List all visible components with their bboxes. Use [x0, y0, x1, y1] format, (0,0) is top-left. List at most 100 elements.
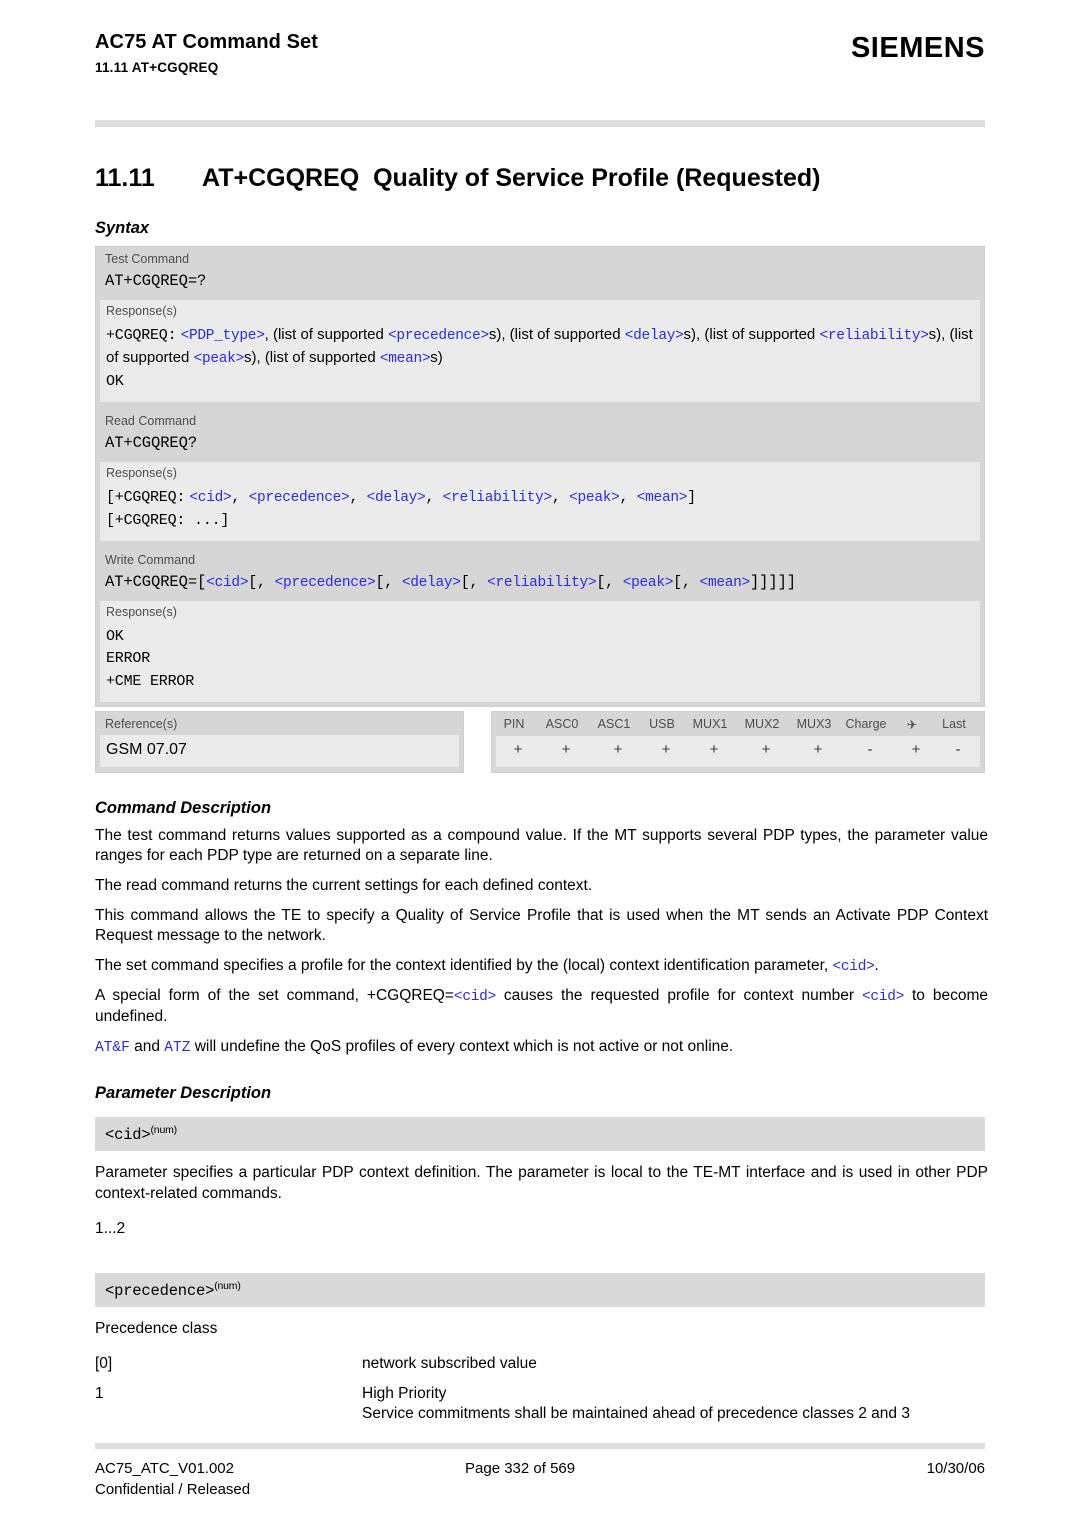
chapter-command: AT+CGQREQ: [202, 164, 360, 192]
read-response-panel: Response(s) [+CGQREQ: <cid>, <precedence…: [96, 461, 984, 545]
special-form-before: A special form of the set command, +CGQR…: [95, 987, 454, 1005]
precedence-value-desc-1: High Priority Service commitments shall …: [362, 1384, 910, 1423]
test-response-prefix: +CGQREQ:: [106, 327, 177, 344]
chapter-number: 11.11: [95, 164, 155, 192]
capability-value-mux2: +: [761, 740, 771, 758]
test-response-ok: OK: [106, 373, 124, 391]
capability-matrix-header: PIN ASC0 ASC1 USB MUX1 MUX2 MUX3 Charge ✈ Last: [492, 711, 984, 736]
write-command-param-0: <cid>: [206, 574, 249, 591]
precedence-value-row-0: [0] network subscribed value: [95, 1354, 985, 1375]
section-heading-command-description: Command Description: [95, 798, 272, 817]
footer-line-primary: AC75_ATC_V01.002 Page 332 of 569 10/30/0…: [95, 1458, 985, 1479]
read-response-param-4: <peak>: [560, 489, 620, 506]
test-response-body: +CGQREQ: <PDP_type>, (list of supported …: [100, 320, 980, 402]
test-response-label: Response(s): [100, 300, 980, 320]
section-heading-parameter-description: Parameter Description: [95, 1084, 272, 1103]
test-response-text-1: , (list of supported: [264, 326, 389, 343]
capability-column-pin: PIN: [503, 716, 525, 731]
command-description-paragraph-3: This command allows the TE to specify a …: [95, 906, 988, 945]
write-command-param-1: <precedence>: [274, 574, 376, 591]
write-command-suffix: ]]]]]: [749, 572, 796, 591]
airplane-mode-icon: ✈: [906, 717, 918, 732]
capability-column-mux2: MUX2: [744, 716, 780, 731]
reset-commands-paragraph: AT&F and ATZ will undefine the QoS profi…: [95, 1037, 988, 1058]
capability-column-mux3: MUX3: [796, 716, 832, 731]
test-response-param-6: <reliability>: [819, 328, 929, 344]
test-response-param-2: <precedence>: [388, 328, 489, 344]
test-response-param-10: <mean>: [379, 351, 431, 368]
test-response-param-0: <PDP_type>: [180, 328, 265, 344]
capability-matrix-values: + + + + + + + - + -: [496, 735, 980, 767]
precedence-value-key-0: [0]: [95, 1355, 113, 1373]
write-command-bracket-4: [,: [596, 573, 623, 591]
write-response-ok: OK: [106, 627, 124, 645]
precedence-value-desc-0: network subscribed value: [362, 1355, 537, 1373]
capability-matrix: PIN ASC0 ASC1 USB MUX1 MUX2 MUX3 Charge ✈ Last + +…: [491, 710, 985, 773]
header-divider: [95, 120, 985, 127]
capability-value-airplane: +: [911, 740, 921, 758]
write-command-prefix: AT+CGQREQ=[: [105, 572, 207, 591]
write-command-params: <cid>[, <precedence>[, <delay>[, <reliab…: [206, 573, 750, 591]
capability-value-last: -: [955, 740, 961, 758]
test-response-text-5: s), (list of supported: [683, 326, 820, 343]
command-description-paragraph-1: The test command returns values supporte…: [95, 826, 988, 865]
write-command-param-2: <delay>: [401, 574, 461, 591]
read-response-param-0: <cid>: [189, 489, 232, 506]
test-response-text-3: s), (list of supported: [488, 326, 625, 343]
read-command-syntax: AT+CGQREQ?: [96, 430, 984, 462]
read-response-param-1: <precedence>: [240, 489, 350, 506]
capability-value-usb: +: [661, 740, 671, 758]
parameter-type-cid: (num): [150, 1124, 178, 1137]
special-form-paragraph: A special form of the set command, +CGQR…: [95, 986, 988, 1028]
set-command-cid-param: <cid>: [832, 958, 875, 975]
capability-value-charge: -: [867, 740, 873, 758]
precedence-value-key-1: 1: [95, 1384, 104, 1402]
write-command-bracket-1: [,: [248, 573, 275, 591]
section-heading-syntax: Syntax: [95, 219, 150, 237]
special-form-cid-param-1: <cid>: [453, 989, 496, 1006]
read-response-suffix: ]: [687, 488, 696, 506]
reference-value: GSM 07.07: [100, 734, 459, 767]
test-response-param-4: <delay>: [624, 328, 684, 344]
capability-column-charge: Charge: [845, 716, 887, 731]
read-response-comma-4: ,: [551, 488, 561, 506]
footer-page-number: Page 332 of 569: [465, 1460, 576, 1477]
siemens-logo: SIEMENS: [850, 32, 985, 64]
write-response-panel: Response(s) OK ERROR +CME ERROR: [96, 600, 984, 706]
test-response-param-8: <peak>: [193, 351, 245, 368]
atz-command: ATZ: [164, 1040, 191, 1057]
special-form-cid-param-2: <cid>: [862, 989, 905, 1006]
test-response-text-11: s): [430, 349, 443, 367]
parameter-precedence-description: Precedence class: [95, 1320, 218, 1338]
read-response-param-2: <delay>: [358, 489, 426, 506]
read-response-comma-1: ,: [231, 488, 241, 506]
read-response-label: Response(s): [100, 461, 980, 482]
write-response-cme-error: +CME ERROR: [106, 673, 195, 691]
set-command-text-before: The set command specifies a profile for …: [95, 956, 833, 974]
test-response-panel: Response(s) +CGQREQ: <PDP_type>, (list o…: [96, 300, 984, 406]
capability-column-mux1: MUX1: [692, 716, 728, 731]
write-command-param-3: <reliability>: [487, 574, 597, 591]
read-response-param-5: <mean>: [628, 489, 688, 506]
read-command-label: Read Command: [96, 408, 984, 431]
test-command-syntax: AT+CGQREQ=?: [96, 269, 984, 300]
footer-classification: Confidential / Released: [95, 1481, 251, 1498]
read-response-line2: [+CGQREQ: ...]: [106, 511, 230, 529]
write-command-bracket-3: [,: [460, 573, 488, 591]
parameter-header-cid: <cid>(num): [95, 1117, 985, 1152]
reference-label: Reference(s): [105, 716, 178, 731]
footer-divider: [95, 1443, 985, 1449]
test-response-text-9: s), (list of supported: [243, 349, 380, 367]
capability-column-asc1: ASC1: [597, 716, 631, 731]
capability-value-asc0: +: [561, 740, 571, 758]
capability-column-usb: USB: [649, 716, 675, 731]
reset-middle: and: [129, 1038, 165, 1056]
write-command-bracket-5: [,: [673, 573, 700, 591]
test-response-parts: <PDP_type>, (list of supported <preceden…: [106, 326, 973, 368]
footer-line-secondary: Confidential / Released: [95, 1479, 985, 1500]
page-header: AC75 AT Command Set 11.11 AT+CGQREQ SIEM…: [95, 0, 985, 104]
capability-value-mux3: +: [813, 740, 823, 758]
chapter-title: 11.11 AT+CGQREQ Quality of Service Profil…: [95, 163, 985, 193]
footer-doc-id: AC75_ATC_V01.002: [95, 1460, 234, 1477]
read-response-params: <cid>, <precedence>, <delay>, <reliabili…: [189, 488, 688, 506]
